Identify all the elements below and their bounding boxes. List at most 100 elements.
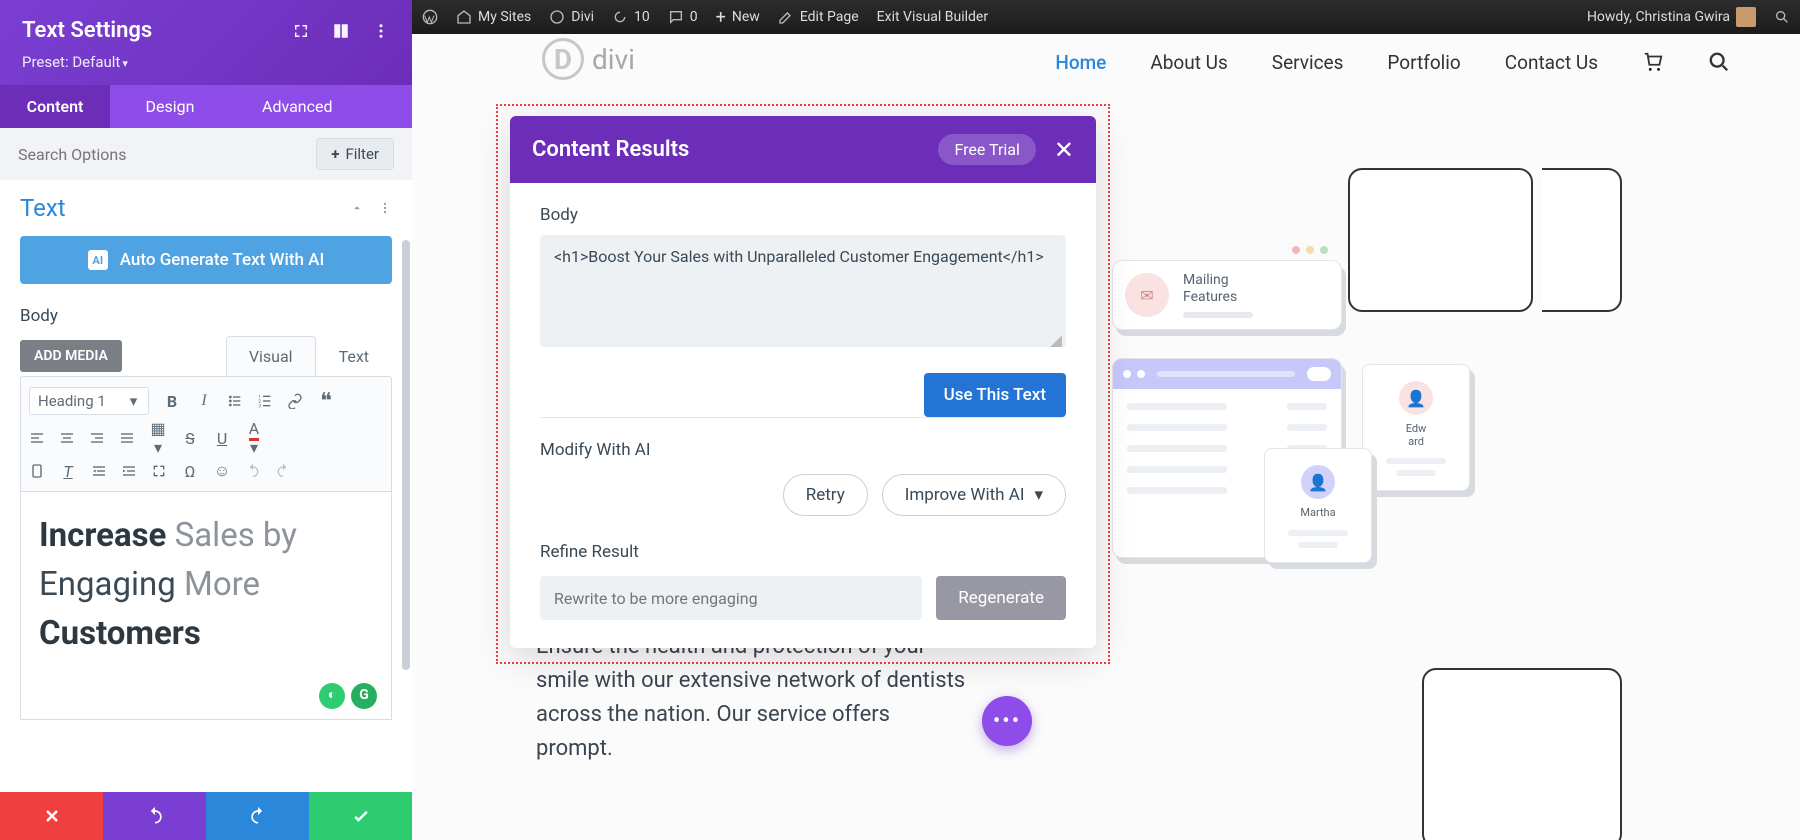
sidebar-title: Text Settings <box>22 18 152 43</box>
divi-link[interactable]: Divi <box>549 9 594 25</box>
tab-content[interactable]: Content <box>0 85 110 128</box>
search-row: +Filter <box>0 128 412 180</box>
tab-advanced[interactable]: Advanced <box>230 85 412 128</box>
redo-icon[interactable] <box>275 463 291 479</box>
omega-icon[interactable]: Ω <box>181 462 199 481</box>
builder-fab[interactable]: ••• <box>982 696 1032 746</box>
exit-builder-link[interactable]: Exit Visual Builder <box>877 9 988 25</box>
wp-logo-icon[interactable] <box>422 9 438 25</box>
add-media-button[interactable]: ADD MEDIA <box>20 340 122 372</box>
window-traffic-lights <box>1292 246 1328 254</box>
tab-design[interactable]: Design <box>110 85 230 128</box>
ol-icon[interactable]: 123 <box>257 393 273 409</box>
svg-text:3: 3 <box>258 404 261 409</box>
save-button[interactable] <box>309 792 412 840</box>
align-justify-icon[interactable] <box>119 430 135 446</box>
mailing-card: ✉ Mailing Features <box>1112 260 1342 330</box>
editor-tab-visual[interactable]: Visual <box>226 336 316 376</box>
edit-page-link[interactable]: Edit Page <box>778 9 859 25</box>
textcolor-icon[interactable]: A ▾ <box>245 419 263 457</box>
ai-badge-icon: AI <box>88 250 108 270</box>
strike-icon[interactable]: S <box>181 429 199 448</box>
emoji-icon[interactable]: ☺ <box>213 461 231 481</box>
body-label: Body <box>20 306 392 326</box>
more-vert-icon[interactable] <box>378 201 392 215</box>
retry-button[interactable]: Retry <box>783 474 868 516</box>
modify-label: Modify With AI <box>540 440 1066 460</box>
italic-icon[interactable]: I <box>195 392 213 410</box>
filter-button[interactable]: +Filter <box>316 138 394 170</box>
page-body-text: Ensure the health and protection of your… <box>536 630 966 766</box>
nav-about[interactable]: About Us <box>1150 51 1227 74</box>
use-this-text-button[interactable]: Use This Text <box>924 373 1066 417</box>
close-icon[interactable]: ✕ <box>1054 136 1074 164</box>
user-icon: 👤 <box>1399 381 1433 415</box>
columns-icon[interactable] <box>332 22 350 40</box>
link-icon[interactable] <box>287 393 303 409</box>
ul-icon[interactable] <box>227 393 243 409</box>
free-trial-button[interactable]: Free Trial <box>938 134 1035 165</box>
quote-icon[interactable]: ❝ <box>317 388 335 414</box>
align-center-icon[interactable] <box>59 430 75 446</box>
cancel-button[interactable] <box>0 792 103 840</box>
result-textarea[interactable] <box>540 235 1066 347</box>
text-editor[interactable]: Increase Sales by Engaging More Customer… <box>20 492 392 720</box>
settings-sidebar: Text Settings Preset: Default▾ Content D… <box>0 0 412 840</box>
auto-generate-button[interactable]: AI Auto Generate Text With AI <box>20 236 392 284</box>
editor-tab-text[interactable]: Text <box>316 336 392 376</box>
more-icon[interactable] <box>372 22 390 40</box>
underline-icon[interactable]: U <box>213 429 231 448</box>
nav-portfolio[interactable]: Portfolio <box>1387 51 1460 74</box>
settings-tabs: Content Design Advanced <box>0 85 412 128</box>
device-frame <box>1348 168 1533 312</box>
nav-search-icon[interactable] <box>1708 51 1730 73</box>
nav-contact[interactable]: Contact Us <box>1505 51 1598 74</box>
person-card-martha: 👤 Martha <box>1264 448 1372 563</box>
grammarly-bulb-icon[interactable]: ◐ <box>319 683 345 709</box>
redo-button[interactable] <box>206 792 309 840</box>
section-title: Text <box>20 194 66 222</box>
scrollbar[interactable] <box>402 240 410 670</box>
outdent-icon[interactable] <box>91 463 107 479</box>
bold-icon[interactable]: B <box>163 392 181 411</box>
nav-services[interactable]: Services <box>1272 51 1344 74</box>
chevron-up-icon[interactable] <box>350 201 364 215</box>
align-left-icon[interactable] <box>29 430 45 446</box>
improve-button[interactable]: Improve With AI▾ <box>882 474 1066 516</box>
device-frame <box>1542 168 1622 312</box>
preset-selector[interactable]: Preset: Default▾ <box>22 53 390 71</box>
clearformat-icon[interactable]: T <box>59 462 77 481</box>
avatar <box>1736 7 1756 27</box>
wp-admin-bar: My Sites Divi 10 0 +New Edit Page Exit V… <box>412 0 1800 34</box>
search-icon[interactable] <box>1774 9 1790 25</box>
resize-handle[interactable] <box>1050 335 1062 347</box>
regenerate-button[interactable]: Regenerate <box>936 576 1066 620</box>
device-frame <box>1422 668 1622 840</box>
paste-icon[interactable] <box>29 463 45 479</box>
cart-icon[interactable] <box>1642 51 1664 73</box>
align-right-icon[interactable] <box>89 430 105 446</box>
howdy-user[interactable]: Howdy, Christina Gwira <box>1587 7 1756 27</box>
my-sites-link[interactable]: My Sites <box>456 9 531 25</box>
table-icon[interactable]: ▦ ▾ <box>149 419 167 457</box>
user-icon: 👤 <box>1301 465 1335 499</box>
comments-link[interactable]: 0 <box>668 9 698 25</box>
mail-icon: ✉ <box>1125 273 1169 317</box>
site-logo[interactable]: Ddivi <box>542 38 635 80</box>
nav-home[interactable]: Home <box>1055 51 1106 74</box>
search-input[interactable] <box>18 145 306 164</box>
grammarly-icon[interactable]: G <box>351 683 377 709</box>
refine-input[interactable] <box>540 576 922 620</box>
heading-select[interactable]: Heading 1▾ <box>29 387 149 415</box>
main-area: My Sites Divi 10 0 +New Edit Page Exit V… <box>412 0 1800 840</box>
indent-icon[interactable] <box>121 463 137 479</box>
popup-title: Content Results <box>532 137 689 162</box>
expand-icon[interactable] <box>292 22 310 40</box>
undo-icon[interactable] <box>245 463 261 479</box>
fullscreen-icon[interactable] <box>151 463 167 479</box>
action-bar <box>0 792 412 840</box>
undo-button[interactable] <box>103 792 206 840</box>
new-link[interactable]: +New <box>716 7 760 28</box>
updates-link[interactable]: 10 <box>612 9 650 25</box>
editor-toolbar: Heading 1▾ B I 123 ❝ ▦ ▾ S U A ▾ T <box>20 376 392 492</box>
